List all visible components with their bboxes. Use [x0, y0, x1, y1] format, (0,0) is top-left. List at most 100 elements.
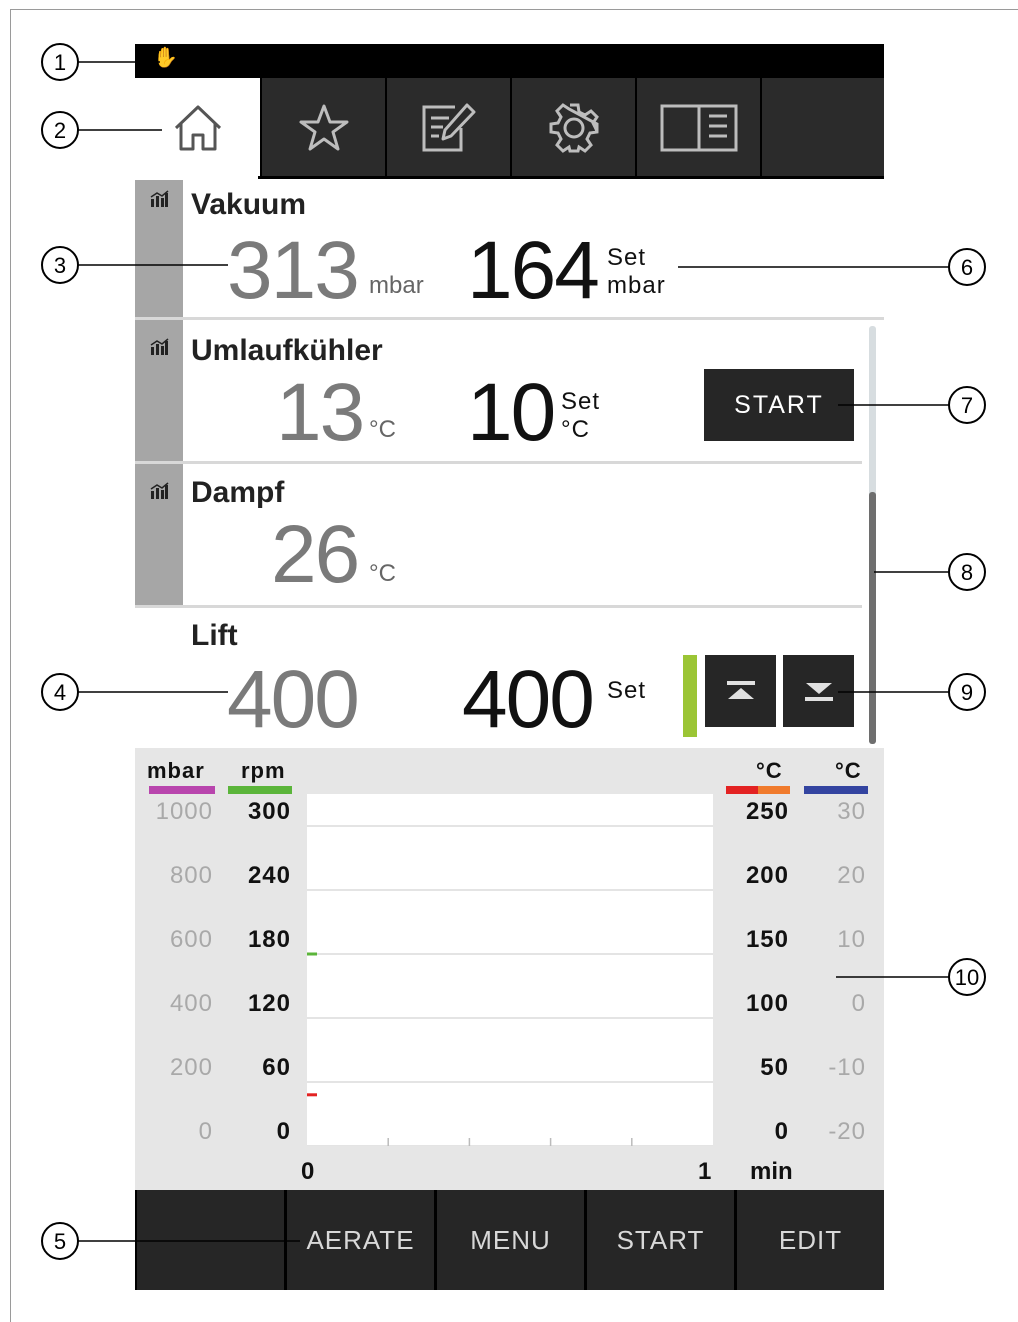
axis-unit-rpm: rpm: [241, 758, 286, 783]
tick-label: 250: [745, 798, 789, 825]
tick-label: 240: [247, 862, 291, 889]
callout-circle: [948, 248, 986, 286]
callout-number: 1: [54, 50, 66, 75]
tick-label: 100: [745, 990, 789, 1017]
umlauf-set-unit: °C: [561, 416, 590, 443]
vakuum-title: Vakuum: [191, 188, 307, 221]
axis-unit-celsius: °C: [756, 758, 783, 783]
edit-button[interactable]: EDIT: [737, 1190, 884, 1290]
tab-settings[interactable]: [510, 78, 635, 178]
vakuum-set-label: Set: [607, 244, 647, 271]
tab-home[interactable]: [135, 78, 260, 178]
trend-icon: [150, 190, 169, 207]
tick-label: 0: [774, 1118, 789, 1145]
aerate-button[interactable]: AERATE: [287, 1190, 434, 1290]
home-icon: [174, 105, 221, 151]
tick-label: 30: [837, 798, 866, 825]
callout-number: 3: [54, 253, 66, 278]
vakuum-set-value[interactable]: 164: [467, 230, 600, 312]
tick-label: 50: [760, 1054, 789, 1081]
trend-chart: mbar rpm °C °C 1000 800 600 400 200 0 300 240 1…: [135, 748, 884, 1190]
callout-circle: [948, 386, 986, 424]
x-tick-1: 1: [698, 1158, 712, 1185]
axis-color-celsius-orange: [758, 786, 790, 794]
status-bar: ✋: [135, 44, 884, 78]
tick-label: -10: [828, 1054, 866, 1081]
lift-status-indicator: [683, 655, 697, 737]
axis-color-celsius-blue: [804, 786, 868, 794]
vakuum-actual-value: 313: [227, 225, 360, 316]
tick-label: 200: [745, 862, 789, 889]
arrow-up-to-top-icon: [726, 681, 755, 699]
dampf-title: Dampf: [191, 476, 285, 509]
tab-manual[interactable]: [635, 78, 760, 178]
tick-label: 0: [198, 1118, 213, 1145]
tick-label: 150: [745, 926, 789, 953]
x-axis-unit: min: [750, 1158, 793, 1185]
edit-icon: [422, 103, 475, 152]
umlauf-actual-value: 13: [276, 367, 365, 458]
lift-set-value[interactable]: 400: [462, 659, 595, 741]
lift-down-button[interactable]: [783, 655, 854, 727]
tick-label: 300: [247, 798, 291, 825]
arrow-down-to-bottom-icon: [804, 683, 833, 701]
scrollbar-thumb[interactable]: [869, 492, 876, 744]
umlauf-set-label: Set: [561, 388, 601, 415]
lift-actual-value: 400: [227, 654, 360, 745]
lift-panel[interactable]: Lift 400 400 Set: [135, 609, 862, 747]
callout-number: 8: [961, 560, 973, 585]
tick-label: 180: [247, 926, 291, 953]
plot-area: [307, 794, 713, 1146]
tab-edit[interactable]: [385, 78, 510, 178]
tick-label: 0: [276, 1118, 291, 1145]
frame-border-top: [10, 9, 1018, 10]
callout-circle: [948, 673, 986, 711]
dampf-actual-value: 26: [271, 509, 360, 600]
trend-icon: [150, 482, 169, 499]
star-icon: [299, 104, 348, 151]
tick-label: 1000: [155, 798, 213, 825]
tab-bar: [135, 78, 884, 178]
axis-color-rpm: [228, 786, 292, 794]
tick-label: 200: [169, 1054, 213, 1081]
axis-unit-celsius-2: °C: [835, 758, 862, 783]
trend-icon: [150, 338, 169, 355]
callout-number: 4: [54, 680, 66, 705]
axis-color-mbar: [149, 786, 215, 794]
gear-icon: [549, 103, 599, 153]
tick-label: 600: [169, 926, 213, 953]
tick-label: 60: [262, 1054, 291, 1081]
callout-circle: [41, 111, 79, 149]
umlauf-set-value[interactable]: 10: [467, 372, 556, 454]
tab-favorites[interactable]: [260, 78, 385, 178]
callout-circle: [948, 553, 986, 591]
callout-number: 7: [961, 393, 973, 418]
device-screen: ✋ Vakuum 313 mbar 164 Set mbar Umlaufküh…: [135, 44, 884, 1290]
callout-number: 5: [54, 1229, 66, 1254]
tick-label: 120: [247, 990, 291, 1017]
umlauf-title: Umlaufkühler: [191, 334, 383, 367]
callout-circle: [948, 958, 986, 996]
axis-color-celsius-red: [726, 786, 758, 794]
tick-label: 800: [169, 862, 213, 889]
vakuum-panel[interactable]: Vakuum 313 mbar 164 Set mbar: [135, 180, 884, 320]
start-button[interactable]: START: [587, 1190, 734, 1290]
vakuum-set-unit: mbar: [607, 272, 666, 299]
vakuum-unit: mbar: [369, 272, 424, 299]
blank-softkey[interactable]: [137, 1190, 284, 1290]
lift-up-button[interactable]: [705, 655, 776, 727]
callout-circle: [41, 673, 79, 711]
callout-number: 6: [961, 255, 973, 280]
axis-unit-mbar: mbar: [147, 758, 205, 783]
callout-number: 2: [54, 118, 66, 143]
bottom-button-bar: AERATE MENU START EDIT: [135, 1190, 884, 1290]
callout-circle: [41, 246, 79, 284]
menu-button[interactable]: MENU: [437, 1190, 584, 1290]
callout-number: 9: [961, 680, 973, 705]
umlaufkuehler-panel[interactable]: Umlaufkühler 13 °C 10 Set °C START: [135, 320, 862, 464]
dampf-panel[interactable]: Dampf 26 °C: [135, 464, 862, 608]
callout-circle: [41, 1222, 79, 1260]
lift-set-label: Set: [607, 677, 647, 704]
umlauf-start-button[interactable]: START: [704, 369, 854, 441]
lift-title: Lift: [191, 619, 238, 652]
